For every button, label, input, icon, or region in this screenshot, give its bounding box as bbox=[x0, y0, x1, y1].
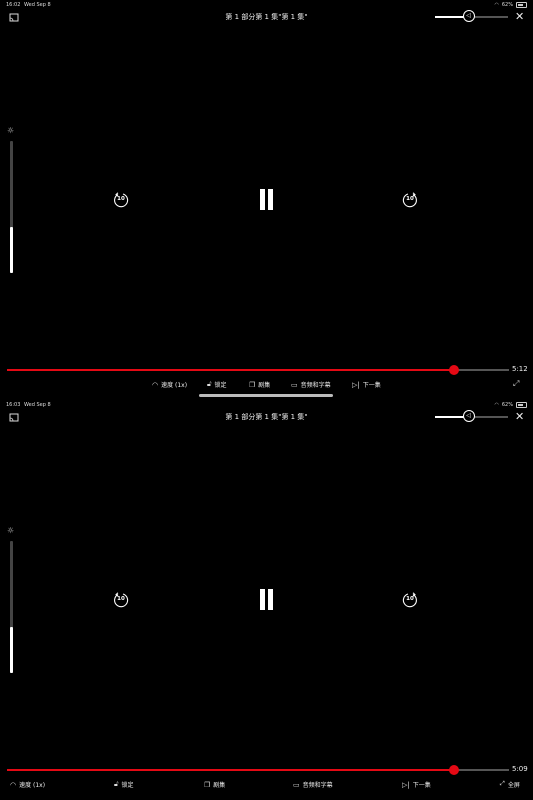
lock-button[interactable]: 🔓︎ 锁定 bbox=[114, 780, 134, 789]
episodes-icon: ❐ bbox=[204, 780, 211, 789]
pause-button[interactable] bbox=[258, 189, 275, 210]
lock-icon: 🔓︎ bbox=[114, 780, 119, 788]
speed-label: 速度 (1x) bbox=[161, 382, 188, 389]
status-bar: 16:03 Wed Sep 8 ◠ 62% bbox=[6, 402, 527, 410]
skip-forward-button[interactable]: 10 bbox=[402, 592, 418, 608]
pause-button[interactable] bbox=[258, 589, 275, 610]
time-remaining: 5:09 bbox=[512, 765, 528, 773]
progress-fill bbox=[7, 369, 454, 371]
skip-back-button[interactable]: 10 bbox=[113, 192, 129, 208]
brightness-slider[interactable] bbox=[10, 541, 13, 673]
subtitles-icon: ▭ bbox=[291, 380, 298, 389]
fullscreen-icon: ⤢ bbox=[500, 780, 505, 787]
battery-icon bbox=[516, 2, 527, 8]
lock-icon: 🔓︎ bbox=[207, 380, 212, 388]
skip-back-seconds: 10 bbox=[117, 196, 125, 202]
speedometer-icon: ◠ bbox=[152, 380, 159, 389]
close-icon[interactable]: ✕ bbox=[515, 10, 524, 23]
brightness-slider[interactable] bbox=[10, 141, 13, 273]
next-episode-button[interactable]: ▷| 下一集 bbox=[352, 380, 381, 390]
battery-icon bbox=[516, 402, 527, 408]
battery-percent: 62% bbox=[501, 2, 513, 8]
brightness-icon: ☼ bbox=[7, 126, 15, 135]
volume-slider[interactable]: ◁ bbox=[435, 10, 508, 22]
close-icon[interactable]: ✕ bbox=[515, 410, 524, 423]
audio-subtitles-label: 音频和字幕 bbox=[302, 782, 333, 789]
skip-forward-button[interactable]: 10 bbox=[402, 192, 418, 208]
next-episode-icon: ▷| bbox=[352, 380, 360, 389]
volume-slider[interactable]: ◁ bbox=[435, 410, 508, 422]
progress-bar[interactable] bbox=[7, 765, 509, 775]
episodes-icon: ❐ bbox=[249, 380, 256, 389]
skip-back-seconds: 10 bbox=[117, 596, 125, 602]
next-episode-icon: ▷| bbox=[402, 780, 410, 789]
volume-icon[interactable]: ◁ bbox=[462, 410, 475, 422]
fullscreen-label: 全屏 bbox=[507, 782, 520, 789]
wifi-icon: ◠ bbox=[494, 402, 499, 408]
next-episode-label: 下一集 bbox=[412, 782, 431, 789]
brightness-fill bbox=[10, 626, 13, 673]
speed-button[interactable]: ◠ 速度 (1x) bbox=[152, 380, 188, 390]
episodes-label: 剧集 bbox=[258, 382, 271, 389]
progress-bar[interactable] bbox=[7, 365, 509, 375]
skip-forward-seconds: 10 bbox=[406, 196, 414, 202]
progress-thumb[interactable] bbox=[448, 765, 459, 775]
progress-fill bbox=[7, 769, 454, 771]
brightness-icon: ☼ bbox=[7, 526, 15, 535]
player-screen-2: 16:03 Wed Sep 8 ◠ 62% 第 1 部分第 1 集"第 1 集"… bbox=[0, 400, 533, 800]
status-time: 16:02 bbox=[6, 2, 21, 8]
speed-button[interactable]: ◠ 速度 (1x) bbox=[10, 780, 46, 790]
lock-label: 锁定 bbox=[121, 782, 134, 789]
volume-icon[interactable]: ◁ bbox=[462, 10, 475, 22]
battery-percent: 62% bbox=[501, 402, 513, 408]
status-date: Wed Sep 8 bbox=[24, 2, 51, 8]
audio-subtitles-button[interactable]: ▭ 音频和字幕 bbox=[291, 380, 331, 390]
status-bar: 16:02 Wed Sep 8 ◠ 62% bbox=[6, 2, 527, 10]
brightness-fill bbox=[10, 226, 13, 273]
fullscreen-button[interactable]: ⤢ 全屏 bbox=[500, 780, 520, 789]
episodes-button[interactable]: ❐ 剧集 bbox=[204, 780, 226, 790]
next-episode-button[interactable]: ▷| 下一集 bbox=[402, 780, 431, 790]
player-screen-1: 16:02 Wed Sep 8 ◠ 62% 第 1 部分第 1 集"第 1 集"… bbox=[0, 0, 533, 400]
home-indicator bbox=[199, 394, 333, 397]
wifi-icon: ◠ bbox=[494, 2, 499, 8]
audio-subtitles-button[interactable]: ▭ 音频和字幕 bbox=[293, 780, 333, 790]
episodes-button[interactable]: ❐ 剧集 bbox=[249, 380, 271, 390]
time-remaining: 5:12 bbox=[512, 365, 528, 373]
subtitles-icon: ▭ bbox=[293, 780, 300, 789]
status-time: 16:03 bbox=[6, 402, 21, 408]
speed-label: 速度 (1x) bbox=[19, 782, 46, 789]
skip-back-button[interactable]: 10 bbox=[113, 592, 129, 608]
audio-subtitles-label: 音频和字幕 bbox=[300, 382, 331, 389]
progress-thumb[interactable] bbox=[448, 365, 459, 375]
next-episode-label: 下一集 bbox=[362, 382, 381, 389]
fullscreen-icon[interactable]: ⤢ bbox=[513, 379, 519, 389]
speedometer-icon: ◠ bbox=[10, 780, 17, 789]
episodes-label: 剧集 bbox=[213, 782, 226, 789]
status-date: Wed Sep 8 bbox=[24, 402, 51, 408]
lock-label: 锁定 bbox=[214, 382, 227, 389]
skip-forward-seconds: 10 bbox=[406, 596, 414, 602]
lock-button[interactable]: 🔓︎ 锁定 bbox=[207, 380, 227, 389]
